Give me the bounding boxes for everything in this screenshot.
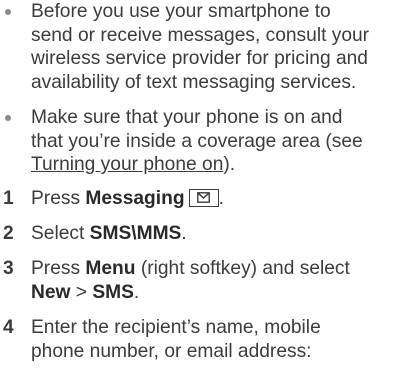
bullet-text: Make sure that your phone is on and that… — [31, 107, 363, 176]
sms-label: SMS — [92, 281, 134, 303]
menu-label: Menu — [85, 258, 136, 279]
step-text: Enter the recipient’s name, mobile phone… — [31, 317, 321, 362]
bullet-dot — [5, 9, 11, 15]
bullet-dot — [5, 115, 11, 121]
envelope-icon — [188, 189, 219, 207]
sms-mms-label: SMS\MMS — [89, 223, 182, 244]
step-number: 1 — [3, 188, 14, 209]
step-number: 2 — [3, 223, 14, 244]
step-text: Press Messaging. — [31, 188, 224, 209]
step-number: 3 — [3, 258, 14, 279]
bullet-text: Before you use your smartphone to send o… — [31, 1, 370, 93]
new-label: New — [31, 281, 71, 303]
step-number: 4 — [3, 317, 14, 338]
turning-phone-on-link[interactable]: Turning your phone on — [31, 154, 223, 175]
step-text: Press Menu (right softkey) and select Ne… — [31, 258, 350, 303]
step-text: Select SMS\MMS. — [31, 223, 187, 244]
messaging-label: Messaging — [85, 188, 185, 209]
